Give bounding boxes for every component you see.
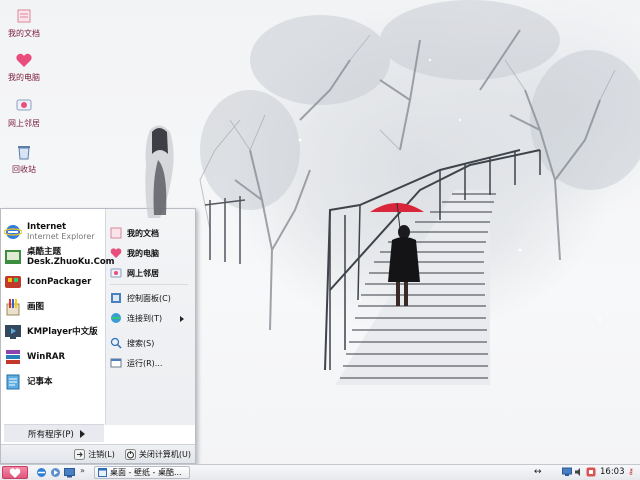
- paint-icon: [6, 299, 20, 316]
- quicklaunch-more-chevron[interactable]: »: [80, 466, 85, 475]
- start-app-notepad[interactable]: 记事本: [4, 370, 104, 394]
- start-app-iconpackager[interactable]: IconPackager: [4, 270, 104, 294]
- desktop-icon-label: 我的文档: [8, 29, 40, 38]
- tray-app-icon[interactable]: [586, 467, 596, 477]
- start-place-network-places[interactable]: 网上邻居: [110, 265, 194, 281]
- connect-to-icon: [111, 313, 121, 323]
- my-computer-heart-icon: [110, 248, 122, 258]
- tray-monitor-icon[interactable]: [562, 467, 572, 477]
- start-app-kmplayer[interactable]: KMPlayer中文版: [4, 320, 104, 344]
- start-button[interactable]: [2, 466, 28, 479]
- start-place-search[interactable]: 搜索(S): [110, 335, 194, 351]
- submenu-arrow-icon: [180, 316, 184, 322]
- power-icon: [124, 448, 136, 460]
- winrar-icon: [6, 350, 20, 364]
- quicklaunch-ie-icon[interactable]: [36, 467, 47, 478]
- my-documents-icon: [110, 227, 122, 239]
- app-subtitle: Internet Explorer: [27, 232, 95, 241]
- network-places-icon: [16, 99, 32, 111]
- place-label: 网上邻居: [127, 268, 159, 278]
- logoff-button[interactable]: 注销(L): [74, 448, 115, 460]
- start-menu-footer: 注销(L) 关闭计算机(U): [1, 444, 195, 463]
- place-label: 控制面板(C): [127, 293, 171, 303]
- desktop-icon-recycle-bin[interactable]: 回收站: [4, 142, 44, 186]
- logoff-label: 注销(L): [88, 449, 115, 459]
- app-title: KMPlayer中文版: [27, 327, 98, 337]
- zhuoku-theme-icon: [5, 250, 21, 264]
- tray-volume-icon[interactable]: [574, 467, 584, 477]
- start-place-control-panel[interactable]: 控制面板(C): [110, 290, 194, 306]
- all-programs-button[interactable]: 所有程序(P): [4, 424, 104, 442]
- app-title: 记事本: [27, 377, 53, 387]
- start-app-zhuoku-theme[interactable]: 桌酷主题 Desk.ZhuoKu.Com: [4, 245, 115, 269]
- recycle-bin-icon: [18, 146, 30, 160]
- start-place-my-computer[interactable]: 我的电脑: [110, 245, 194, 261]
- network-places-icon: [110, 268, 122, 278]
- desktop-icon-label: 回收站: [12, 165, 36, 174]
- place-label: 搜索(S): [127, 338, 155, 348]
- taskbar-window-button[interactable]: 桌面 - 壁纸 - 桌酷...: [94, 466, 190, 479]
- place-label: 我的电脑: [127, 248, 159, 258]
- shutdown-button[interactable]: 关闭计算机(U): [124, 448, 191, 460]
- app-title: Internet: [27, 222, 67, 232]
- app-title: WinRAR: [27, 352, 66, 362]
- place-label: 连接到(T): [127, 313, 163, 323]
- places-separator: [110, 284, 188, 285]
- tray-network-arrows-icon[interactable]: ↔: [534, 467, 542, 477]
- start-app-paint[interactable]: 画图: [4, 295, 104, 319]
- run-icon: [110, 358, 122, 368]
- desktop-icon-label: 网上邻居: [8, 119, 40, 128]
- logoff-icon: [74, 448, 86, 460]
- taskbar: » 桌面 - 壁纸 - 桌酷... ↔ 16:03 ⚷: [0, 464, 640, 480]
- place-label: 我的文档: [127, 228, 159, 238]
- desktop-icon-my-documents[interactable]: 我的文档: [4, 6, 44, 50]
- iconpackager-icon: [5, 276, 21, 288]
- desktop-icon-my-computer[interactable]: 我的电脑: [4, 50, 44, 94]
- my-documents-icon: [17, 9, 31, 23]
- start-app-winrar[interactable]: WinRAR: [4, 345, 104, 369]
- app-subtitle: Desk.ZhuoKu.Com: [27, 257, 115, 267]
- arrow-right-icon: [79, 429, 85, 438]
- app-title: 画图: [27, 302, 45, 312]
- search-icon: [110, 337, 122, 349]
- tray-key-icon[interactable]: ⚷: [628, 467, 634, 476]
- all-programs-label: 所有程序(P): [28, 429, 74, 440]
- taskbar-window-title: 桌面 - 壁纸 - 桌酷...: [110, 468, 182, 477]
- my-computer-heart-icon: [16, 53, 32, 67]
- start-place-my-documents[interactable]: 我的文档: [110, 225, 194, 241]
- taskbar-clock[interactable]: 16:03: [600, 467, 625, 477]
- app-title: 桌酷主题: [27, 247, 62, 257]
- quicklaunch-media-icon[interactable]: [50, 467, 61, 478]
- desktop-icon-label: 我的电脑: [8, 73, 40, 82]
- app-title: IconPackager: [27, 277, 92, 287]
- internet-explorer-icon: [4, 225, 22, 239]
- shutdown-label: 关闭计算机(U): [138, 449, 191, 459]
- start-app-internet-explorer[interactable]: Internet Internet Explorer: [4, 220, 104, 244]
- notepad-icon: [6, 374, 20, 390]
- browser-window-icon: [98, 468, 107, 477]
- place-label: 运行(R)...: [127, 358, 163, 368]
- start-menu-girl-artwork: [145, 125, 174, 218]
- quicklaunch-desktop-icon[interactable]: [64, 467, 75, 478]
- control-panel-icon: [111, 293, 121, 303]
- start-place-run[interactable]: 运行(R)...: [110, 355, 194, 371]
- desktop-icon-network-places[interactable]: 网上邻居: [4, 96, 44, 140]
- kmplayer-icon: [5, 325, 21, 339]
- heart-icon: [9, 467, 21, 478]
